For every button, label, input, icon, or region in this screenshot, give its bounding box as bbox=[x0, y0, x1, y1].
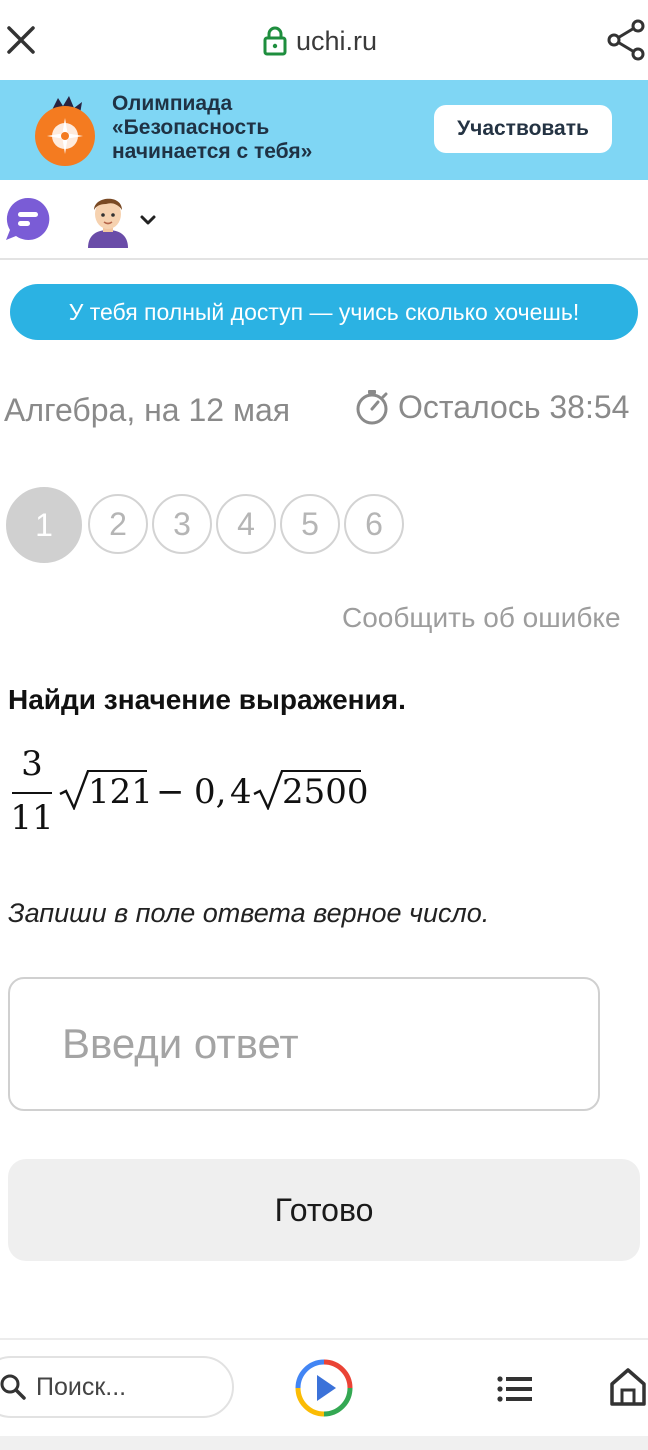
system-nav-strip bbox=[0, 1436, 648, 1450]
search-icon bbox=[0, 1374, 26, 1400]
timer: Осталось 38:54 bbox=[354, 388, 629, 426]
close-icon[interactable] bbox=[4, 22, 38, 58]
step-4[interactable]: 4 bbox=[216, 494, 276, 554]
lock-icon bbox=[263, 26, 287, 56]
participate-button[interactable]: Участвовать bbox=[434, 105, 612, 153]
step-5[interactable]: 5 bbox=[280, 494, 340, 554]
radical-1: 121 bbox=[58, 770, 153, 812]
assistant-play-icon[interactable] bbox=[294, 1358, 354, 1418]
search-placeholder: Поиск... bbox=[36, 1372, 127, 1401]
access-badge: У тебя полный доступ — учись сколько хоч… bbox=[10, 284, 638, 340]
radicand-1: 121 bbox=[88, 772, 153, 812]
step-6[interactable]: 6 bbox=[344, 494, 404, 554]
banner-title: Олимпиада «Безопасность начинается с теб… bbox=[112, 92, 313, 163]
share-icon[interactable] bbox=[606, 18, 648, 62]
answer-input[interactable] bbox=[8, 977, 600, 1111]
radicand-2: 2500 bbox=[282, 772, 369, 812]
fraction-denominator: 11 bbox=[10, 798, 54, 838]
done-button[interactable]: Готово bbox=[8, 1159, 640, 1261]
sqrt-sign bbox=[253, 770, 284, 810]
fraction-bar bbox=[12, 792, 52, 794]
fraction-numerator: 3 bbox=[21, 744, 43, 784]
search-input[interactable]: Поиск... bbox=[0, 1356, 234, 1418]
home-icon[interactable] bbox=[608, 1366, 648, 1408]
avatar[interactable] bbox=[84, 192, 132, 248]
coefficient-text: 0, bbox=[194, 772, 227, 812]
step-1[interactable]: 1 bbox=[6, 487, 82, 563]
task-title: Найди значение выражения. bbox=[8, 684, 406, 715]
lesson-subject: Алгебра, на 12 мая bbox=[4, 392, 291, 428]
sqrt-sign bbox=[59, 770, 90, 810]
minus-operator: − bbox=[156, 772, 185, 812]
olympiad-logo bbox=[32, 94, 98, 166]
url-text: uchi.ru bbox=[296, 25, 378, 56]
menu-list-icon[interactable] bbox=[496, 1374, 534, 1404]
chevron-down-icon[interactable] bbox=[138, 210, 158, 230]
step-2[interactable]: 2 bbox=[88, 494, 148, 554]
step-3[interactable]: 3 bbox=[152, 494, 212, 554]
task-instruction: Запиши в поле ответа верное число. bbox=[8, 898, 490, 928]
coefficient-text-2: 4 bbox=[230, 772, 252, 812]
radical-2: 2500 bbox=[252, 770, 369, 812]
report-error-link[interactable]: Сообщить об ошибке bbox=[342, 602, 621, 634]
address-bar[interactable]: uchi.ru bbox=[262, 22, 377, 60]
timer-text: Осталось 38:54 bbox=[398, 388, 630, 425]
stopwatch-icon bbox=[356, 390, 388, 425]
divider bbox=[0, 258, 648, 260]
chat-icon[interactable] bbox=[4, 196, 52, 242]
